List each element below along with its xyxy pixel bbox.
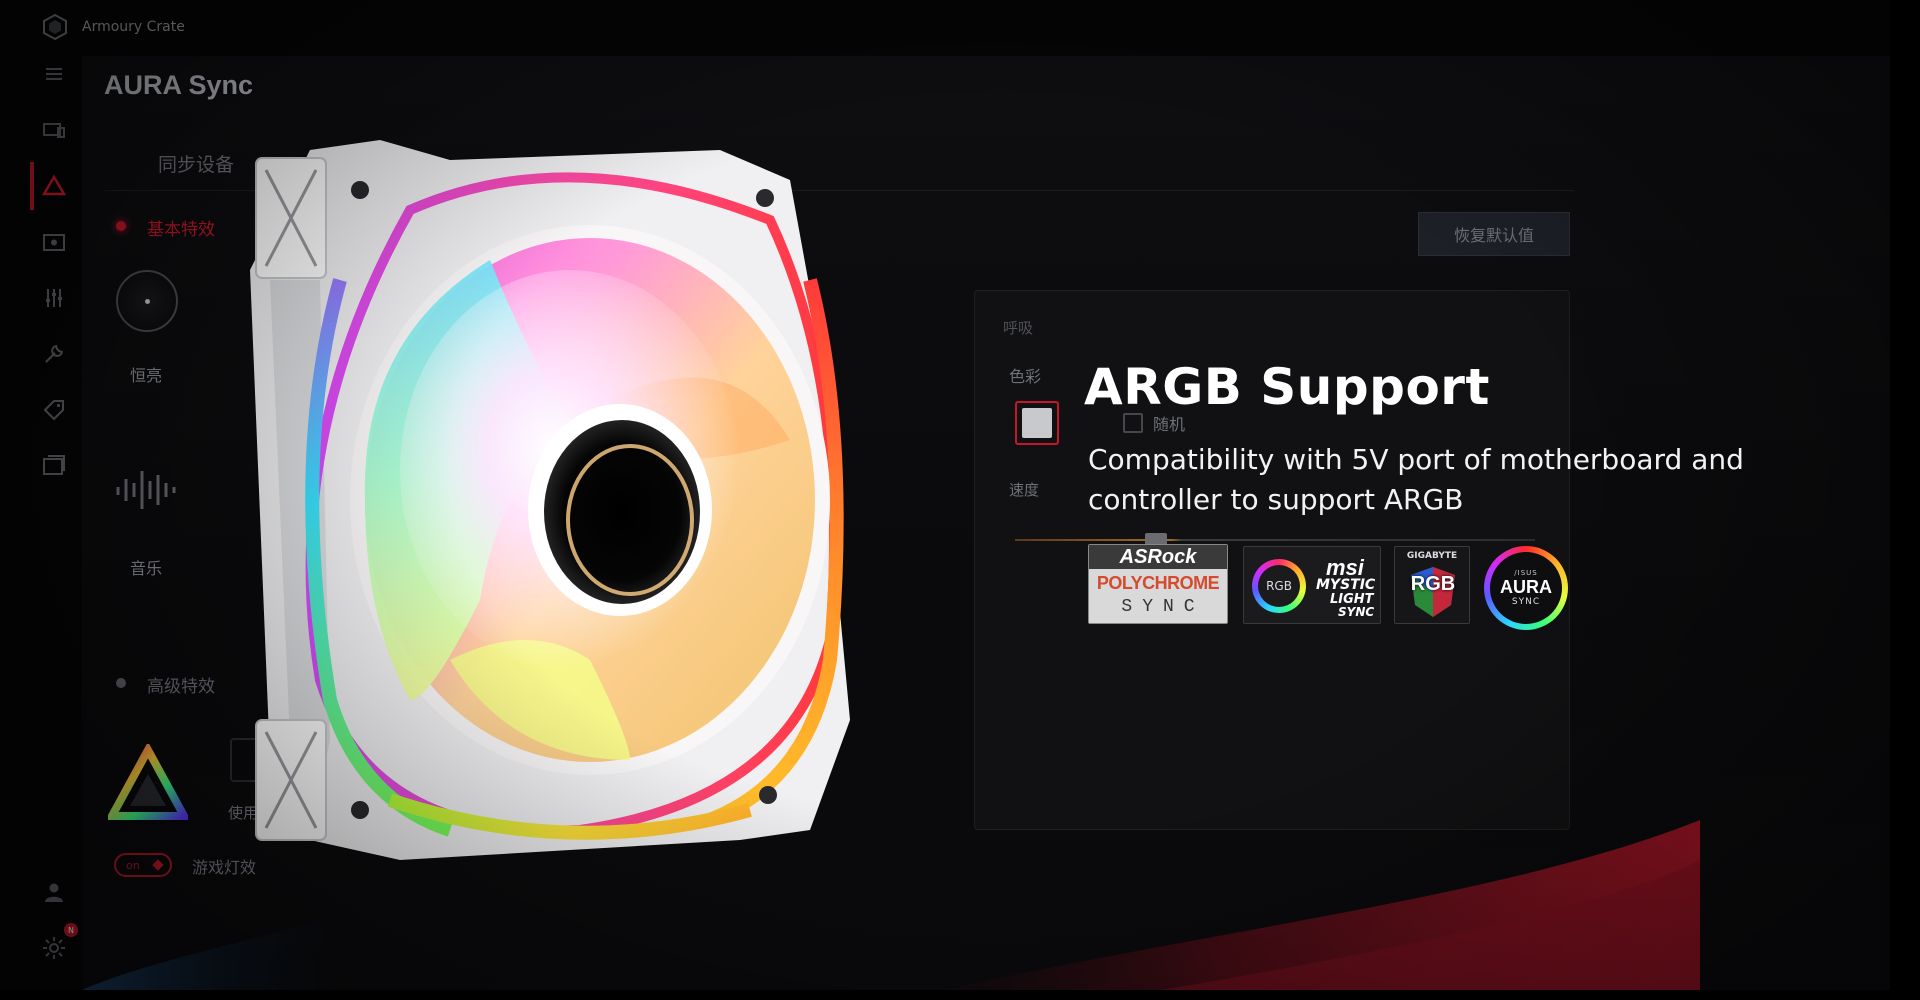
msi-mystic-text: MYSTIC <box>1316 577 1376 593</box>
device-icon[interactable] <box>34 110 74 150</box>
asus-aura-sync-logo: /ISUS AURA SYNC <box>1484 546 1568 630</box>
hero-title: ARGB Support <box>1084 358 1490 416</box>
msi-sync-text: SYNC <box>1338 605 1375 619</box>
gigabyte-rgb-text: RGB <box>1410 573 1456 595</box>
armoury-crate-logo-icon <box>43 14 67 40</box>
title-bar: Armoury Crate <box>0 0 1920 54</box>
right-black-border <box>1890 0 1920 1000</box>
sidebar-item-aura-sync[interactable] <box>30 162 74 210</box>
gigabyte-rgb-fusion-logo: GIGABYTE RGB <box>1394 546 1470 624</box>
color-swatch[interactable] <box>1015 401 1059 445</box>
library-icon[interactable] <box>34 446 74 486</box>
sliders-icon[interactable] <box>34 278 74 318</box>
aura-creator-triangle-icon[interactable] <box>108 744 188 824</box>
effect-static-button[interactable] <box>116 270 178 332</box>
random-checkbox[interactable] <box>1123 413 1143 433</box>
color-label: 色彩 <box>1009 367 1042 386</box>
aura-triangle-icon <box>41 174 67 196</box>
page-title: AURA Sync <box>104 70 254 100</box>
speed-slider-track[interactable] <box>1015 539 1535 541</box>
msi-ring-text: RGB <box>1266 579 1292 593</box>
effect-name: 呼吸 <box>1003 319 1034 337</box>
speed-label: 速度 <box>1009 481 1040 499</box>
aura-text-block: /ISUS AURA SYNC <box>1484 546 1568 630</box>
aura-sync-text: SYNC <box>1511 597 1541 607</box>
effect-music-label: 音乐 <box>130 559 163 578</box>
notification-badge: N <box>64 923 78 937</box>
music-waveform-icon[interactable] <box>114 465 180 515</box>
media-icon[interactable] <box>34 222 74 262</box>
sidebar <box>0 54 82 1000</box>
armoury-crate-window: Armoury Crate N AURA Sync 同步设备 基本特效 恒亮 音… <box>0 0 1920 1000</box>
game-lighting-label: 游戏灯效 <box>192 858 257 877</box>
advanced-effects-dot <box>116 678 126 688</box>
argb-fan-image <box>250 140 850 860</box>
menu-icon[interactable] <box>34 54 74 94</box>
gigabyte-brand: GIGABYTE <box>1406 551 1458 561</box>
aura-asus-text: /ISUS <box>1514 569 1538 577</box>
app-name: Armoury Crate <box>82 19 185 35</box>
asrock-polychrome-text: POLYCHROME <box>1096 573 1220 593</box>
msi-mystic-light-sync-logo: RGB msi MYSTIC LIGHT SYNC <box>1243 546 1381 624</box>
toggle-state-text: on <box>126 858 140 872</box>
tab-sync-devices[interactable]: 同步设备 <box>158 150 234 177</box>
game-lighting-toggle[interactable]: on <box>114 853 172 877</box>
wrench-icon[interactable] <box>34 334 74 374</box>
basic-effects-heading[interactable]: 基本特效 <box>147 215 215 240</box>
asrock-polychrome-sync-logo: ASRock POLYCHROME SYNC <box>1088 544 1228 624</box>
restore-default-button[interactable]: 恢复默认值 <box>1418 212 1570 256</box>
effect-static-label: 恒亮 <box>130 366 163 385</box>
user-icon[interactable] <box>34 872 74 912</box>
asrock-brand: ASRock <box>1089 545 1227 569</box>
asrock-sync-text: SYNC <box>1121 597 1205 617</box>
hero-subtitle: Compatibility with 5V port of motherboar… <box>1088 443 1744 516</box>
bottom-black-border <box>0 990 1920 1000</box>
aura-main-text: AURA <box>1500 577 1552 597</box>
advanced-effects-heading[interactable]: 高级特效 <box>147 672 215 697</box>
basic-effects-dot <box>116 221 126 231</box>
tag-icon[interactable] <box>34 390 74 430</box>
